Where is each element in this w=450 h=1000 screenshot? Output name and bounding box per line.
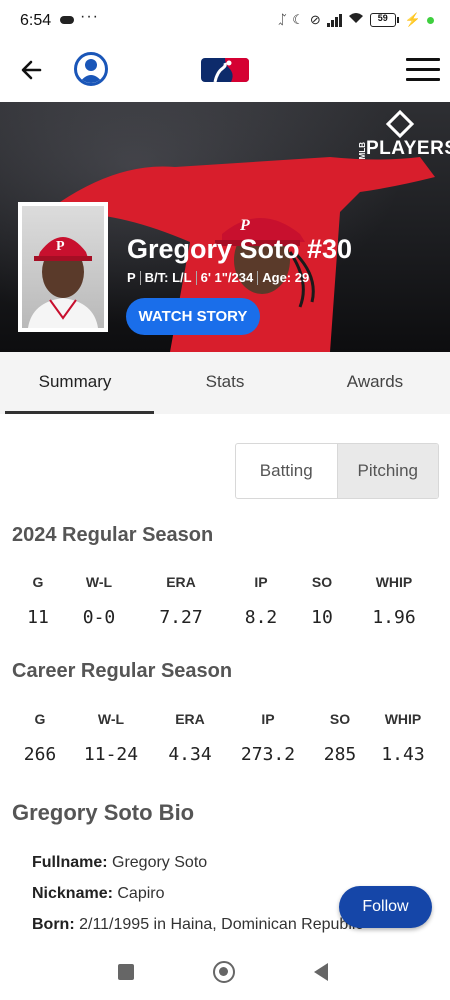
stat-value: 0-0 [82,607,116,628]
tab-stats[interactable]: Stats [150,352,300,414]
stat-value: 266 [23,744,57,765]
user-profile-icon[interactable] [74,52,108,86]
bio-born: Born: 2/11/1995 in Haina, Dominican Repu… [32,916,363,934]
stat-value: 8.2 [244,607,278,628]
bio-value: Capiro [112,885,165,902]
bio-title: Gregory Soto Bio [12,800,195,825]
stat-header: IP [254,574,268,590]
stat-value: 11 [27,607,49,628]
stat-header: WHIP [384,711,422,727]
badge-text: PLAYERS [366,138,450,159]
wifi-icon [348,12,364,28]
stat-header: IP [261,711,275,727]
stat-value: 273.2 [240,744,296,765]
stat-value: 11-24 [83,744,139,765]
stat-value: 1.96 [372,607,416,628]
stat-header: ERA [166,574,196,590]
batting-pitching-toggle: Batting Pitching [235,443,439,499]
battery-level: 59 [377,13,388,23]
stat-header: ERA [175,711,205,727]
system-nav-bar [0,950,450,1000]
back-arrow-icon[interactable] [18,56,46,84]
player-bats-throws: B/T: L/L [144,270,192,285]
home-icon[interactable] [213,961,235,983]
stat-header: SO [311,574,333,590]
bluetooth-icon: ᛢ [278,12,287,27]
signal-icon [326,13,342,27]
stat-value: 10 [311,607,333,628]
tab-summary[interactable]: Summary [0,352,154,414]
bio-fullname: Fullname: Gregory Soto [32,854,207,872]
stat-header: SO [329,711,351,727]
pitching-toggle[interactable]: Pitching [336,444,438,498]
player-hero: P MLB PLAYERS P Gregory Soto #30 P B/T: … [0,102,450,352]
charging-icon: ⚡ [404,12,421,27]
stat-header: G [34,711,46,727]
recents-icon[interactable] [118,964,134,980]
summary-content: Batting Pitching 2024 Regular Season G W… [0,414,450,950]
do-not-disturb-icon: ☾ [292,12,304,27]
bio-label: Fullname: [32,854,108,871]
player-height-weight: 6' 1"/234 [200,270,254,285]
stat-value: 285 [323,744,357,765]
stat-header: W-L [85,574,113,590]
mlb-players-badge: MLB PLAYERS [358,109,450,162]
more-notifications-icon: ··· [80,8,99,25]
bio-value: Gregory Soto [107,854,208,871]
season-stats-title: 2024 Regular Season [12,524,214,546]
career-stats-title: Career Regular Season [12,660,233,682]
stat-header: G [32,574,44,590]
bio-value: 2/11/1995 in Haina, Dominican Republic [74,916,364,933]
stat-value: 4.34 [168,744,212,765]
app-header [0,44,450,102]
player-meta: P B/T: L/L 6' 1"/234 Age: 29 [127,270,309,285]
stat-header: WHIP [375,574,413,590]
player-headshot: P [18,202,108,332]
status-bar: 6:54 ··· ᛢ ☾ ⊘ 59 ⚡ [0,0,450,44]
cloud-icon [60,16,74,24]
watch-story-button[interactable]: WATCH STORY [126,298,260,335]
svg-text:P: P [56,239,65,254]
player-position: P [127,270,136,285]
mlb-logo[interactable] [201,58,249,83]
svg-text:P: P [239,217,250,234]
bio-label: Born: [32,916,75,933]
status-icons: ᛢ ☾ ⊘ 59 ⚡ [278,12,434,28]
status-time: 6:54 [20,12,52,29]
system-back-icon[interactable] [314,963,328,981]
stat-value: 7.27 [159,607,203,628]
stat-header: W-L [97,711,125,727]
tab-awards[interactable]: Awards [300,352,450,414]
hamburger-menu-icon[interactable] [406,58,440,82]
player-name: Gregory Soto #30 [127,234,353,264]
bio-label: Nickname: [32,885,113,902]
follow-button[interactable]: Follow [339,886,432,928]
batting-toggle[interactable]: Batting [236,444,337,498]
stat-value: 1.43 [381,744,425,765]
mute-icon: ⊘ [309,12,321,27]
player-tabs: Summary Stats Awards [0,352,450,414]
privacy-dot-icon [427,16,434,24]
player-age: Age: 29 [262,270,310,285]
bio-nickname: Nickname: Capiro [32,885,165,903]
battery-icon: 59 [369,13,399,27]
